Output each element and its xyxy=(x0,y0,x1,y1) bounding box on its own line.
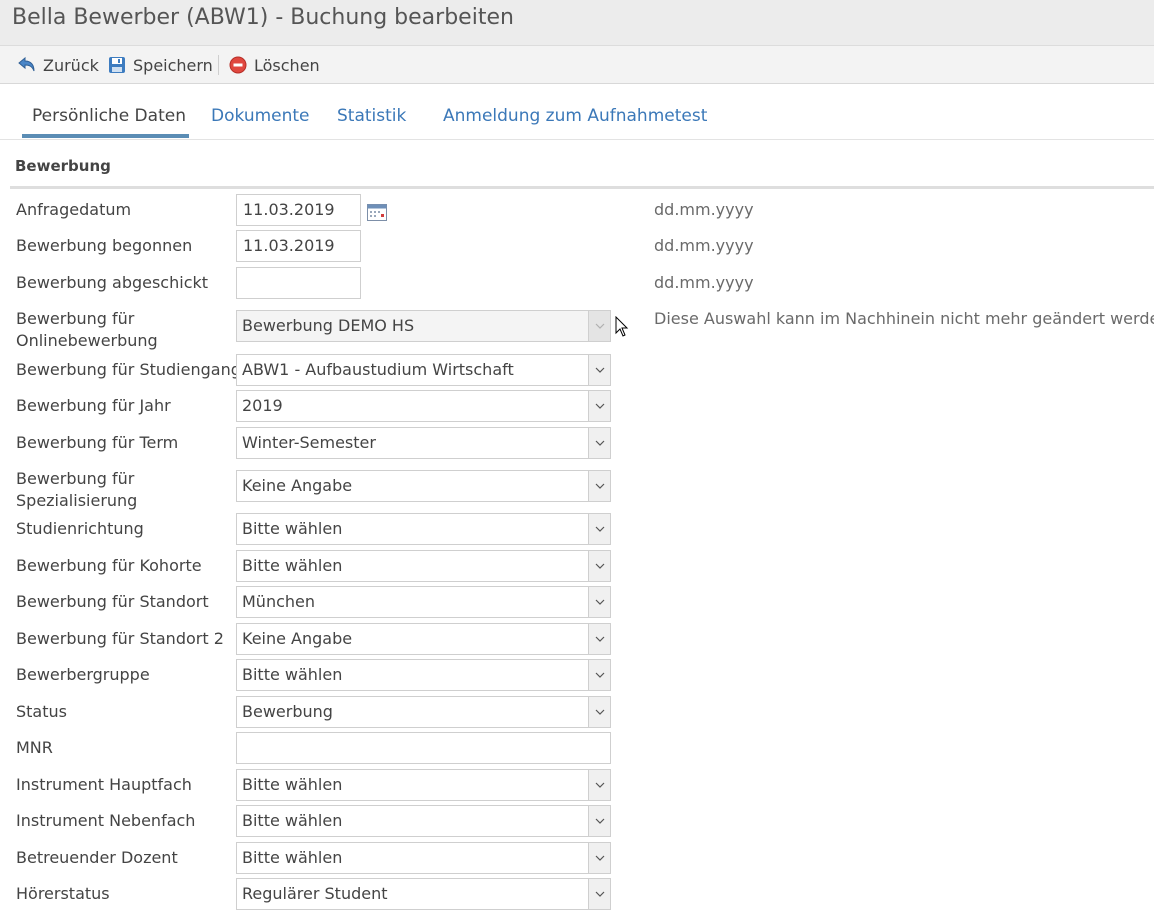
kohorte-select[interactable]: Bitte wählen xyxy=(236,550,611,582)
tab-dokumente[interactable]: Dokumente xyxy=(211,106,310,126)
hauptfach-value: Bitte wählen xyxy=(242,775,343,794)
toolbar-divider xyxy=(218,55,219,75)
onlinebewerbung-select[interactable]: Bewerbung DEMO HS xyxy=(236,310,611,342)
studienrichtung-select[interactable]: Bitte wählen xyxy=(236,513,611,545)
status-value: Bewerbung xyxy=(242,702,333,721)
onlinebewerbung-value: Bewerbung DEMO HS xyxy=(242,316,415,335)
chevron-down-icon xyxy=(588,428,610,458)
status-label: Status xyxy=(16,702,67,721)
chevron-down-icon xyxy=(588,697,610,727)
hoererstatus-value: Regulärer Student xyxy=(242,884,388,903)
jahr-value: 2019 xyxy=(242,396,283,415)
anfragedatum-field[interactable]: 11.03.2019 xyxy=(236,194,361,226)
dozent-value: Bitte wählen xyxy=(242,848,343,867)
standort2-value: Keine Angabe xyxy=(242,629,353,648)
onlinebewerbung-hint: Diese Auswahl kann im Nachhinein nicht m… xyxy=(654,309,1154,328)
nebenfach-label: Instrument Nebenfach xyxy=(16,811,196,830)
mnr-label: MNR xyxy=(16,738,53,757)
bewerbergruppe-select[interactable]: Bitte wählen xyxy=(236,659,611,691)
anfragedatum-label: Anfragedatum xyxy=(16,200,132,219)
jahr-select[interactable]: 2019 xyxy=(236,390,611,422)
abgeschickt-hint: dd.mm.yyyy xyxy=(654,273,754,292)
studienrichtung-label: Studienrichtung xyxy=(16,519,144,538)
term-value: Winter-Semester xyxy=(242,433,376,452)
delete-button[interactable]: Löschen xyxy=(228,46,320,84)
chevron-down-icon xyxy=(588,471,610,501)
bewerbergruppe-value: Bitte wählen xyxy=(242,665,343,684)
begonnen-field[interactable]: 11.03.2019 xyxy=(236,230,361,262)
active-tab-indicator xyxy=(22,134,189,138)
studiengang-label: Bewerbung für Studiengang xyxy=(16,360,241,379)
anfragedatum-hint: dd.mm.yyyy xyxy=(654,200,754,219)
tab-persoenliche-daten[interactable]: Persönliche Daten xyxy=(32,106,186,126)
onlinebewerbung-label: Bewerbung für Onlinebewerbung xyxy=(16,308,158,352)
standort-label: Bewerbung für Standort xyxy=(16,592,209,611)
back-button[interactable]: Zurück xyxy=(17,46,99,84)
term-select[interactable]: Winter-Semester xyxy=(236,427,611,459)
nebenfach-value: Bitte wählen xyxy=(242,811,343,830)
title-bar: Bella Bewerber (ABW1) - Buchung bearbeit… xyxy=(0,0,1154,46)
tab-anmeldung-aufnahmetest[interactable]: Anmeldung zum Aufnahmetest xyxy=(443,106,707,126)
delete-circle-icon xyxy=(228,55,248,75)
begonnen-label: Bewerbung begonnen xyxy=(16,236,193,255)
dozent-select[interactable]: Bitte wählen xyxy=(236,842,611,874)
kohorte-label: Bewerbung für Kohorte xyxy=(16,556,202,575)
calendar-icon[interactable] xyxy=(367,203,387,221)
mouse-cursor-icon xyxy=(615,315,629,342)
chevron-down-icon xyxy=(588,391,610,421)
onlinebewerbung-label-line1: Bewerbung für xyxy=(16,309,135,328)
chevron-down-icon xyxy=(588,843,610,873)
spezialisierung-value: Keine Angabe xyxy=(242,476,353,495)
standort2-select[interactable]: Keine Angabe xyxy=(236,623,611,655)
chevron-down-icon xyxy=(588,624,610,654)
spezialisierung-label-line1: Bewerbung für xyxy=(16,469,135,488)
chevron-down-icon xyxy=(588,355,610,385)
chevron-down-icon xyxy=(588,806,610,836)
status-select[interactable]: Bewerbung xyxy=(236,696,611,728)
chevron-down-icon xyxy=(588,660,610,690)
floppy-disk-icon xyxy=(107,55,127,75)
back-label: Zurück xyxy=(43,55,99,75)
dozent-label: Betreuender Dozent xyxy=(16,848,178,867)
back-arrow-icon xyxy=(17,55,37,75)
chevron-down-icon xyxy=(588,551,610,581)
section-divider xyxy=(10,186,1154,189)
standort-select[interactable]: München xyxy=(236,586,611,618)
term-label: Bewerbung für Term xyxy=(16,433,179,452)
nebenfach-select[interactable]: Bitte wählen xyxy=(236,805,611,837)
chevron-down-icon xyxy=(588,514,610,544)
abgeschickt-field[interactable] xyxy=(236,267,361,299)
chevron-down-icon xyxy=(588,879,610,909)
chevron-down-icon xyxy=(588,770,610,800)
jahr-label: Bewerbung für Jahr xyxy=(16,396,171,415)
chevron-down-icon xyxy=(588,311,610,341)
studienrichtung-value: Bitte wählen xyxy=(242,519,343,538)
hoererstatus-label: Hörerstatus xyxy=(16,884,110,903)
onlinebewerbung-label-line2: Onlinebewerbung xyxy=(16,331,158,350)
mnr-field[interactable] xyxy=(236,732,611,764)
spezialisierung-label: Bewerbung für Spezialisierung xyxy=(16,468,137,512)
hauptfach-select[interactable]: Bitte wählen xyxy=(236,769,611,801)
tab-statistik[interactable]: Statistik xyxy=(337,106,406,126)
page-title: Bella Bewerber (ABW1) - Buchung bearbeit… xyxy=(12,5,514,30)
spezialisierung-label-line2: Spezialisierung xyxy=(16,491,138,510)
standort-value: München xyxy=(242,592,316,611)
begonnen-hint: dd.mm.yyyy xyxy=(654,236,754,255)
hoererstatus-select[interactable]: Regulärer Student xyxy=(236,878,611,910)
bewerbergruppe-label: Bewerbergruppe xyxy=(16,665,150,684)
standort2-label: Bewerbung für Standort 2 xyxy=(16,629,224,648)
spezialisierung-select[interactable]: Keine Angabe xyxy=(236,470,611,502)
section-title: Bewerbung xyxy=(15,157,111,175)
hauptfach-label: Instrument Hauptfach xyxy=(16,775,192,794)
studiengang-select[interactable]: ABW1 - Aufbaustudium Wirtschaft xyxy=(236,354,611,386)
kohorte-value: Bitte wählen xyxy=(242,556,343,575)
save-label: Speichern xyxy=(133,55,213,75)
studiengang-value: ABW1 - Aufbaustudium Wirtschaft xyxy=(242,360,514,379)
save-button[interactable]: Speichern xyxy=(107,46,213,84)
toolbar: Zurück Speichern Löschen xyxy=(0,46,1154,84)
delete-label: Löschen xyxy=(254,55,320,75)
abgeschickt-label: Bewerbung abgeschickt xyxy=(16,273,209,292)
chevron-down-icon xyxy=(588,587,610,617)
